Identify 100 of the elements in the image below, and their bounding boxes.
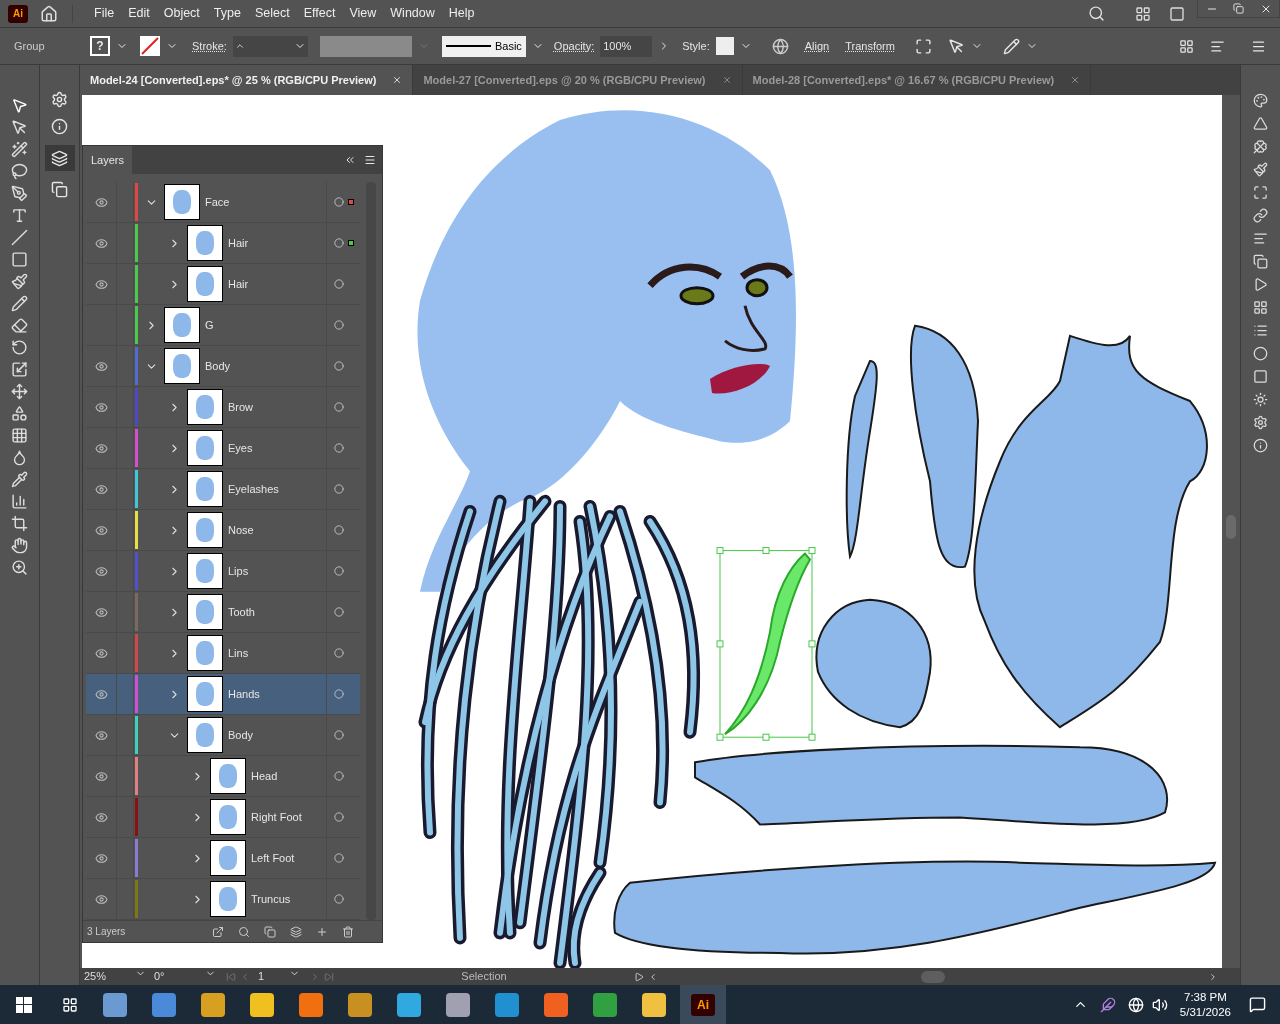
layer-row[interactable]: Hair [86, 264, 360, 305]
opacity-field[interactable]: 100% [600, 35, 653, 57]
taskbar-app-icon[interactable] [446, 992, 470, 1017]
panel-link-button[interactable]: Transform [845, 37, 895, 55]
isolate-group-icon[interactable] [914, 37, 932, 55]
target-circle-icon[interactable] [333, 197, 344, 207]
zoom-field[interactable]: 25% [80, 968, 150, 985]
layer-row[interactable]: Lips [86, 551, 360, 592]
visibility-eye-icon[interactable] [94, 400, 108, 414]
menu-item[interactable]: View [342, 4, 384, 23]
layer-row[interactable]: Head [86, 756, 360, 797]
panel-link-button[interactable]: Align [804, 37, 830, 55]
layer-row[interactable]: Eyes [86, 428, 360, 469]
eyedropper-icon[interactable] [11, 471, 28, 488]
rotate-tool-icon[interactable] [11, 339, 28, 356]
menu-item[interactable]: Select [247, 4, 297, 23]
eraser-icon[interactable] [11, 317, 28, 334]
visibility-eye-icon[interactable] [94, 236, 108, 250]
target-circle-icon[interactable] [333, 730, 344, 740]
stroke-swatch-icon[interactable] [140, 36, 160, 56]
color-panel-icon[interactable] [1253, 93, 1268, 108]
visibility-eye-icon[interactable] [94, 810, 108, 824]
selection-tool-icon[interactable] [11, 97, 28, 114]
target-circle-icon[interactable] [333, 402, 344, 412]
menu-item[interactable]: File [87, 4, 122, 23]
fill-swatch[interactable]: ? [90, 36, 110, 56]
graph-tool-icon[interactable] [11, 493, 28, 510]
horizontal-scrollbar-thumb[interactable] [921, 970, 945, 983]
gradient-tool-icon[interactable] [11, 449, 28, 466]
network-icon[interactable] [1127, 996, 1144, 1013]
edit-icon[interactable] [1002, 37, 1020, 55]
collect-export-icon[interactable] [212, 925, 224, 938]
document-tab[interactable]: Model-24 [Converted].eps* @ 25 % (RGB/CPU Preview) [80, 65, 414, 95]
collapse-icon[interactable] [344, 154, 356, 166]
screen-mode-icon[interactable] [1169, 5, 1185, 22]
home-icon[interactable] [40, 4, 58, 23]
taskbar-app-icon[interactable] [152, 992, 176, 1017]
windows-start-icon[interactable] [16, 996, 32, 1013]
lasso-icon[interactable] [11, 163, 28, 180]
rectangle-tool-icon[interactable] [11, 251, 28, 268]
free-transform-icon[interactable] [11, 383, 28, 400]
magic-wand-icon[interactable] [11, 141, 28, 158]
target-circle-icon[interactable] [333, 361, 344, 371]
document-info-icon[interactable] [1253, 438, 1268, 453]
paintbrush-icon[interactable] [11, 273, 28, 290]
target-circle-icon[interactable] [333, 443, 344, 453]
status-menu-icon[interactable] [634, 971, 644, 982]
layers-panel-tab[interactable] [44, 145, 75, 171]
locate-object-icon[interactable] [238, 925, 250, 938]
settings-icon[interactable] [51, 91, 68, 108]
search-icon[interactable] [1088, 5, 1105, 22]
menu-item[interactable]: Window [383, 4, 442, 23]
menu-item[interactable]: Type [206, 4, 248, 23]
visibility-eye-icon[interactable] [94, 687, 108, 701]
panel-tab[interactable]: Layers [83, 146, 133, 174]
rotation-field[interactable]: 0° [150, 968, 220, 985]
visibility-eye-icon[interactable] [94, 523, 108, 537]
pencil-icon[interactable] [11, 295, 28, 312]
scale-tool-icon[interactable] [11, 361, 28, 378]
layer-row[interactable]: Brow [86, 387, 360, 428]
close-tab-icon[interactable] [721, 75, 732, 85]
target-circle-icon[interactable] [333, 607, 344, 617]
delete-icon[interactable] [342, 925, 354, 938]
layer-row[interactable]: Face [86, 182, 360, 223]
taskbar-app-icon[interactable] [201, 992, 225, 1017]
paragraph-panel-icon[interactable] [1253, 323, 1268, 338]
scroll-left-icon[interactable] [648, 971, 658, 982]
visibility-eye-icon[interactable] [94, 851, 108, 865]
transform-panel-icon[interactable] [1253, 185, 1268, 200]
align-panel-icon[interactable] [1253, 231, 1268, 246]
visibility-eye-icon[interactable] [94, 728, 108, 742]
options-menu-icon[interactable] [1251, 38, 1266, 54]
menu-item[interactable]: Effect [296, 4, 343, 23]
target-circle-icon[interactable] [333, 894, 344, 904]
properties-panel-icon[interactable] [1253, 415, 1268, 430]
scroll-right-icon[interactable] [1208, 971, 1218, 982]
clock[interactable]: 7:38 PM 5/31/2026 [1179, 989, 1231, 1020]
taskbar-app-icon[interactable] [397, 992, 421, 1017]
menu-item[interactable]: Object [156, 4, 207, 23]
taskbar-app-icon[interactable] [642, 992, 666, 1017]
taskbar-app-icon[interactable] [544, 992, 568, 1017]
target-circle-icon[interactable] [333, 771, 344, 781]
visibility-eye-icon[interactable] [94, 769, 108, 783]
layer-row[interactable]: Tooth [86, 592, 360, 633]
target-circle-icon[interactable] [333, 238, 344, 248]
symbols-panel-icon[interactable] [1253, 139, 1268, 154]
line-tool-icon[interactable] [11, 229, 28, 246]
artboard-field[interactable]: 1 [254, 968, 304, 985]
taskbar-app-icon[interactable] [250, 992, 274, 1017]
close-tab-icon[interactable] [392, 75, 403, 85]
select-similar-icon[interactable] [947, 37, 965, 55]
target-circle-icon[interactable] [333, 279, 344, 289]
artboard-tool-icon[interactable] [11, 515, 28, 532]
brushes-panel-icon[interactable] [1253, 162, 1268, 177]
info-icon[interactable] [51, 118, 68, 135]
selection-bounding-box[interactable] [716, 547, 816, 741]
target-circle-icon[interactable] [333, 566, 344, 576]
visibility-eye-icon[interactable] [94, 646, 108, 660]
align-options-icon[interactable] [1210, 38, 1225, 54]
target-circle-icon[interactable] [333, 320, 344, 330]
